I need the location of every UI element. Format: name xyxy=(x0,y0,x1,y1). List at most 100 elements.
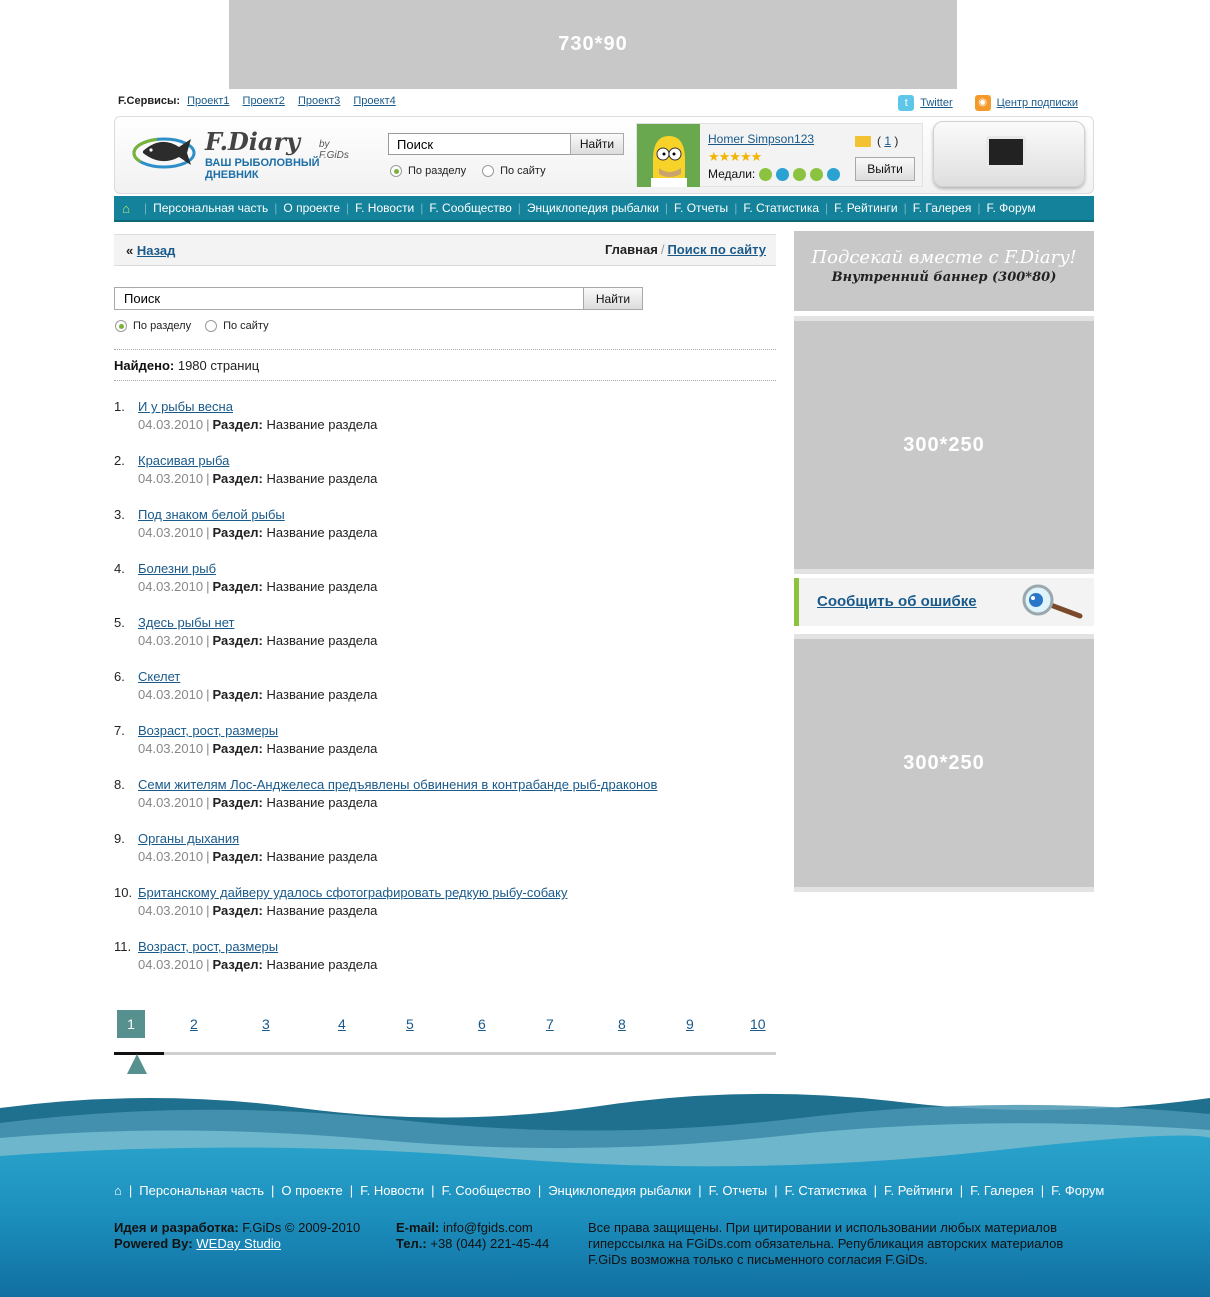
breadcrumb-home[interactable]: Главная xyxy=(605,242,658,257)
page-link-10[interactable]: 10 xyxy=(750,1010,766,1038)
footer-nav-ratings[interactable]: F. Рейтинги xyxy=(884,1183,953,1198)
home-icon[interactable]: ⌂ xyxy=(114,201,138,216)
header-search-input[interactable] xyxy=(388,133,571,155)
rss-icon[interactable]: ◉ xyxy=(974,95,991,111)
footer-nav-encyclopedia[interactable]: Энциклопедия рыбалки xyxy=(548,1183,691,1198)
result-title-link[interactable]: Красивая рыба xyxy=(138,453,229,468)
footer-credits: Идея и разработка: F.GiDs © 2009-2010 Po… xyxy=(114,1220,360,1252)
footer-nav-reports[interactable]: F. Отчеты xyxy=(709,1183,768,1198)
footer-powered-link[interactable]: WEDay Studio xyxy=(196,1236,281,1251)
result-section: Название раздела xyxy=(266,795,378,810)
footer-nav-about[interactable]: О проекте xyxy=(281,1183,342,1198)
header-search-button[interactable]: Найти xyxy=(570,133,624,155)
result-title-link[interactable]: Под знаком белой рыбы xyxy=(138,507,285,522)
main-radio-section[interactable] xyxy=(115,320,127,332)
footer-home-icon[interactable]: ⌂ xyxy=(114,1183,122,1198)
medals-label: Медали: xyxy=(708,167,756,181)
device-promo-image[interactable] xyxy=(933,121,1085,187)
page-link-5[interactable]: 5 xyxy=(406,1010,414,1038)
footer-powered-label: Powered By: xyxy=(114,1236,193,1251)
main-radio-site-label: По сайту xyxy=(223,320,269,332)
avatar[interactable] xyxy=(637,124,700,187)
nav-item-news[interactable]: F. Новости xyxy=(355,201,414,215)
result-meta: 04.03.2010 | Раздел: Название раздела xyxy=(138,471,378,486)
result-title-link[interactable]: Болезни рыб xyxy=(138,561,216,576)
result-title-link[interactable]: Скелет xyxy=(138,669,180,684)
footer-nav-news[interactable]: F. Новости xyxy=(360,1183,424,1198)
page-link-7[interactable]: 7 xyxy=(546,1010,554,1038)
header-radio-section[interactable] xyxy=(390,165,402,177)
pager-arrow-icon xyxy=(127,1054,147,1074)
logout-button[interactable]: Выйти xyxy=(855,157,915,181)
page: 730*90 F.Сервисы: Проект1 Проект2 Проект… xyxy=(0,0,1210,1297)
footer-nav-gallery[interactable]: F. Галерея xyxy=(970,1183,1034,1198)
footer-nav-community[interactable]: F. Сообщество xyxy=(442,1183,531,1198)
top-ad-label: 730*90 xyxy=(558,33,628,55)
page-link-9[interactable]: 9 xyxy=(686,1010,694,1038)
nav-item-statistics[interactable]: F. Статистика xyxy=(743,201,819,215)
footer-contacts: E-mail: info@fgids.com Тел.: +38 (044) 2… xyxy=(396,1220,549,1252)
twitter-link[interactable]: Twitter xyxy=(920,97,952,109)
result-title-link[interactable]: Семи жителям Лос-Анджелеса предъявлены о… xyxy=(138,777,657,792)
main-radio-section-label: По разделу xyxy=(133,320,192,332)
sidebar-ad-1[interactable]: 300*250 xyxy=(794,316,1094,574)
result-item: 10. Британскому дайверу удалось сфотогра… xyxy=(114,885,776,939)
user-name-link[interactable]: Homer Simpson123 xyxy=(708,132,814,146)
nav-item-community[interactable]: F. Сообщество xyxy=(429,201,511,215)
inner-banner[interactable]: Подсекай вместе с F.Diary! Внутренний ба… xyxy=(794,231,1094,311)
nav-item-gallery[interactable]: F. Галерея xyxy=(913,201,972,215)
back-link[interactable]: Назад xyxy=(137,243,176,258)
medal-icon[interactable] xyxy=(759,167,773,181)
sidebar-ad-2[interactable]: 300*250 xyxy=(794,634,1094,892)
service-link-project2[interactable]: Проект2 xyxy=(243,95,285,107)
messages-count-link[interactable]: 1 xyxy=(884,134,891,148)
mail-icon[interactable] xyxy=(855,135,871,147)
report-error-link[interactable]: Сообщить об ошибке xyxy=(817,593,977,610)
footer-nav-statistics[interactable]: F. Статистика xyxy=(785,1183,867,1198)
subscription-center-link[interactable]: Центр подписки xyxy=(997,97,1078,109)
nav-item-about[interactable]: О проекте xyxy=(283,201,340,215)
medal-icon[interactable] xyxy=(810,167,824,181)
search-results: 1. И у рыбы весна 04.03.2010 | Раздел: Наз… xyxy=(114,399,776,993)
page-link-2[interactable]: 2 xyxy=(190,1010,198,1038)
result-number: 6. xyxy=(114,669,125,684)
services-label: F.Сервисы: xyxy=(118,95,181,107)
result-title-link[interactable]: Органы дыхания xyxy=(138,831,239,846)
page-link-3[interactable]: 3 xyxy=(262,1010,270,1038)
result-title-link[interactable]: И у рыбы весна xyxy=(138,399,233,414)
nav-item-ratings[interactable]: F. Рейтинги xyxy=(834,201,897,215)
nav-item-encyclopedia[interactable]: Энциклопедия рыбалки xyxy=(527,201,659,215)
page-1-current[interactable]: 1 xyxy=(117,1010,145,1038)
breadcrumb-current[interactable]: Поиск по сайту xyxy=(667,242,766,257)
medal-icon[interactable] xyxy=(827,167,841,181)
pager-scroll-track[interactable] xyxy=(114,1052,776,1055)
result-title-link[interactable]: Возраст, рост, размеры xyxy=(138,939,278,954)
medal-icon[interactable] xyxy=(776,167,790,181)
result-title-link[interactable]: Британскому дайверу удалось сфотографиро… xyxy=(138,885,567,900)
sidebar-ad-2-label: 300*250 xyxy=(903,751,985,774)
footer-nav-personal[interactable]: Персональная часть xyxy=(139,1183,264,1198)
main-radio-site[interactable] xyxy=(205,320,218,332)
page-link-6[interactable]: 6 xyxy=(478,1010,486,1038)
top-ad-banner[interactable]: 730*90 xyxy=(229,0,957,89)
result-title-link[interactable]: Здесь рыбы нет xyxy=(138,615,234,630)
twitter-icon[interactable]: t xyxy=(898,95,915,111)
result-title-link[interactable]: Возраст, рост, размеры xyxy=(138,723,278,738)
service-link-project1[interactable]: Проект1 xyxy=(187,95,229,107)
page-link-4[interactable]: 4 xyxy=(338,1010,346,1038)
nav-item-reports[interactable]: F. Отчеты xyxy=(674,201,728,215)
result-date: 04.03.2010 xyxy=(138,849,204,864)
result-number: 4. xyxy=(114,561,125,576)
footer-nav-forum[interactable]: F. Форум xyxy=(1051,1183,1104,1198)
footer-idea-value: F.GiDs © 2009-2010 xyxy=(242,1220,361,1235)
site-logo[interactable]: F.Diary by F.GiDs ВАШ РЫБОЛОВНЫЙ ДНЕВНИК xyxy=(131,125,361,183)
nav-item-personal[interactable]: Персональная часть xyxy=(153,201,268,215)
main-search-input[interactable] xyxy=(114,287,584,310)
nav-item-forum[interactable]: F. Форум xyxy=(987,201,1036,215)
medal-icon[interactable] xyxy=(793,167,807,181)
service-link-project4[interactable]: Проект4 xyxy=(353,95,395,107)
main-search-button[interactable]: Найти xyxy=(583,287,643,310)
service-link-project3[interactable]: Проект3 xyxy=(298,95,340,107)
header-radio-site[interactable] xyxy=(482,165,495,177)
page-link-8[interactable]: 8 xyxy=(618,1010,626,1038)
